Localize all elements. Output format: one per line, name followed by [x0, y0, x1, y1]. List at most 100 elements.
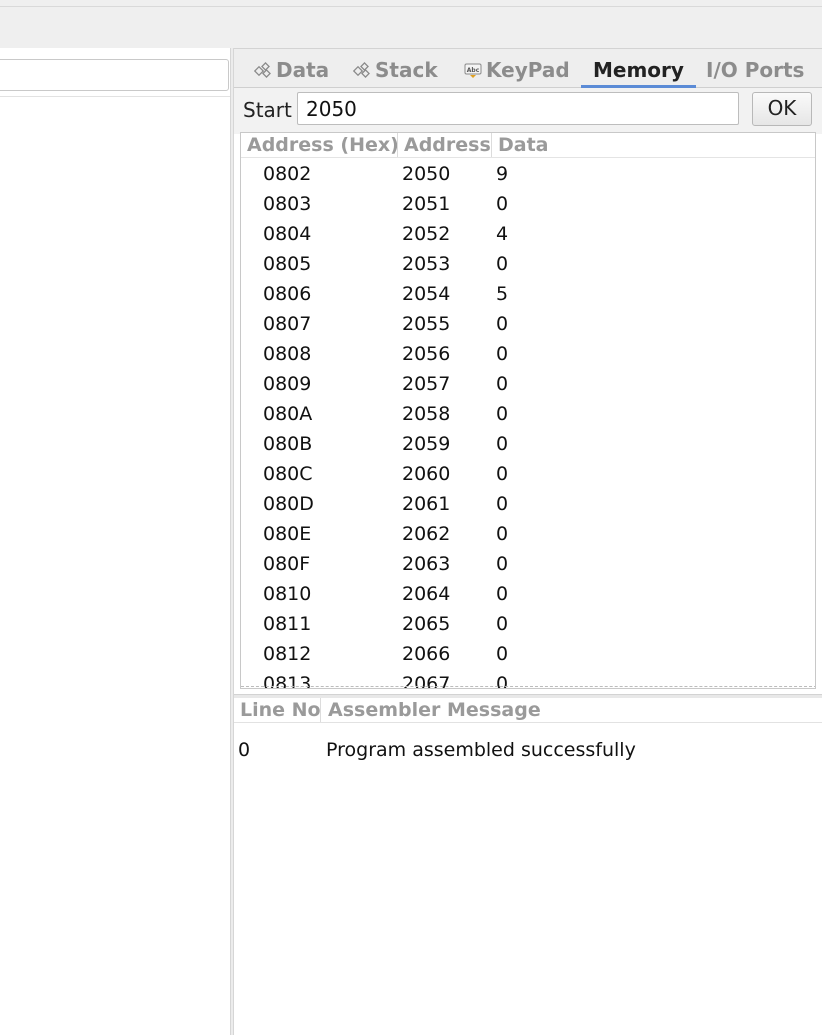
cell-address-hex: 0806	[263, 283, 312, 305]
editor-divider	[0, 96, 230, 97]
editor-field[interactable]	[0, 59, 229, 91]
tab-memory[interactable]: Memory	[581, 57, 696, 88]
cell-data: 0	[496, 373, 509, 395]
cell-data: 0	[496, 643, 509, 665]
start-label: Start	[243, 98, 292, 122]
cell-assembler-message: Program assembled successfully	[326, 739, 636, 761]
cell-address-hex: 080C	[263, 463, 313, 485]
cell-data: 0	[496, 253, 509, 275]
cell-address-hex: 080E	[263, 523, 312, 545]
cell-address-hex: 0807	[263, 313, 312, 335]
cell-data: 0	[496, 613, 509, 635]
cell-address: 2058	[402, 403, 451, 425]
cell-address: 2057	[402, 373, 451, 395]
tab-stack[interactable]: Stack	[352, 57, 438, 85]
cell-address: 2052	[402, 223, 451, 245]
table-row[interactable]: 0810 2064 0	[241, 579, 815, 609]
table-row[interactable]: 080F 2063 0	[241, 549, 815, 579]
memory-table-header: Address (Hex) Address Data	[241, 133, 815, 158]
tab-bar: Data Stack Abc KeyPad Memory I/O Ports	[234, 48, 822, 88]
cell-address-hex: 0811	[263, 613, 312, 635]
cell-address-hex: 0809	[263, 373, 312, 395]
table-row[interactable]: 0809 2057 0	[241, 369, 815, 399]
table-row[interactable]: 080B 2059 0	[241, 429, 815, 459]
cell-data: 0	[496, 343, 509, 365]
cell-address: 2064	[402, 583, 451, 605]
cell-address-hex: 0805	[263, 253, 312, 275]
cell-address: 2061	[402, 493, 451, 515]
table-bottom-edge	[241, 686, 815, 688]
cell-data: 0	[496, 403, 509, 425]
column-header-assembler-message[interactable]: Assembler Message	[328, 698, 541, 722]
cell-data: 0	[496, 493, 509, 515]
editor-pane[interactable]	[0, 48, 230, 1035]
cell-address: 2059	[402, 433, 451, 455]
column-header-data[interactable]: Data	[498, 133, 549, 157]
cell-address: 2054	[402, 283, 451, 305]
table-row[interactable]: 080A 2058 0	[241, 399, 815, 429]
cell-data: 0	[496, 583, 509, 605]
table-row[interactable]: 0811 2065 0	[241, 609, 815, 639]
cell-address: 2051	[402, 193, 451, 215]
table-row[interactable]: 0808 2056 0	[241, 339, 815, 369]
column-header-address-hex[interactable]: Address (Hex)	[247, 133, 399, 157]
table-row[interactable]: 080C 2060 0	[241, 459, 815, 489]
cell-data: 0	[496, 193, 509, 215]
start-address-input[interactable]: 2050	[297, 92, 739, 125]
cell-address: 2053	[402, 253, 451, 275]
cell-address: 2060	[402, 463, 451, 485]
table-row[interactable]: 0807 2055 0	[241, 309, 815, 339]
cell-address: 2063	[402, 553, 451, 575]
cell-address-hex: 080F	[263, 553, 311, 575]
table-row[interactable]: 0804 2052 4	[241, 219, 815, 249]
cell-address: 2062	[402, 523, 451, 545]
cell-address-hex: 0812	[263, 643, 312, 665]
cell-address-hex: 080D	[263, 493, 314, 515]
cell-address: 2050	[402, 163, 451, 185]
keypad-icon: Abc	[464, 59, 482, 85]
top-toolbar	[0, 0, 822, 48]
tab-stack-label: Stack	[375, 58, 438, 82]
stack-icon	[352, 59, 371, 85]
cell-address: 2065	[402, 613, 451, 635]
table-row[interactable]: 080E 2062 0	[241, 519, 815, 549]
table-row[interactable]: 080D 2061 0	[241, 489, 815, 519]
cell-address-hex: 0803	[263, 193, 312, 215]
table-row[interactable]: 0803 2051 0	[241, 189, 815, 219]
tab-data-label: Data	[276, 58, 330, 82]
cell-data: 0	[496, 433, 509, 455]
table-row[interactable]: 0812 2066 0	[241, 639, 815, 669]
tab-io-ports[interactable]: I/O Ports	[706, 57, 804, 85]
message-row[interactable]: 0 Program assembled successfully	[234, 736, 822, 764]
table-row[interactable]: 0806 2054 5	[241, 279, 815, 309]
table-row[interactable]: 0802 2050 9	[241, 159, 815, 189]
cell-data: 4	[496, 223, 509, 245]
cell-address-hex: 080A	[263, 403, 313, 425]
cell-address: 2066	[402, 643, 451, 665]
cell-address: 2056	[402, 343, 451, 365]
cell-data: 0	[496, 313, 509, 335]
cell-address: 2055	[402, 313, 451, 335]
cell-data: 0	[496, 553, 509, 575]
tab-keypad[interactable]: Abc KeyPad	[464, 57, 570, 85]
memory-table[interactable]: Address (Hex) Address Data 0802 2050 9 0803…	[240, 132, 816, 689]
cell-address-hex: 0808	[263, 343, 312, 365]
column-header-address[interactable]: Address	[404, 133, 491, 157]
simulator-pane: Data Stack Abc KeyPad Memory I/O Ports S…	[234, 48, 822, 1035]
column-header-line-no[interactable]: Line No	[240, 698, 321, 722]
cell-data: 9	[496, 163, 509, 185]
cell-address-hex: 0802	[263, 163, 312, 185]
cell-data: 0	[496, 523, 509, 545]
table-row[interactable]: 0805 2053 0	[241, 249, 815, 279]
svg-text:Abc: Abc	[467, 67, 480, 74]
cell-data: 0	[496, 463, 509, 485]
message-table-header: Line No Assembler Message	[234, 698, 822, 723]
tab-keypad-label: KeyPad	[486, 58, 570, 82]
cell-data: 5	[496, 283, 509, 305]
cell-address-hex: 0804	[263, 223, 312, 245]
tab-io-ports-label: I/O Ports	[706, 58, 805, 82]
ok-button[interactable]: OK	[752, 92, 812, 126]
tab-data[interactable]: Data	[253, 57, 330, 85]
cell-address-hex: 080B	[263, 433, 313, 455]
tab-memory-label: Memory	[593, 58, 684, 82]
